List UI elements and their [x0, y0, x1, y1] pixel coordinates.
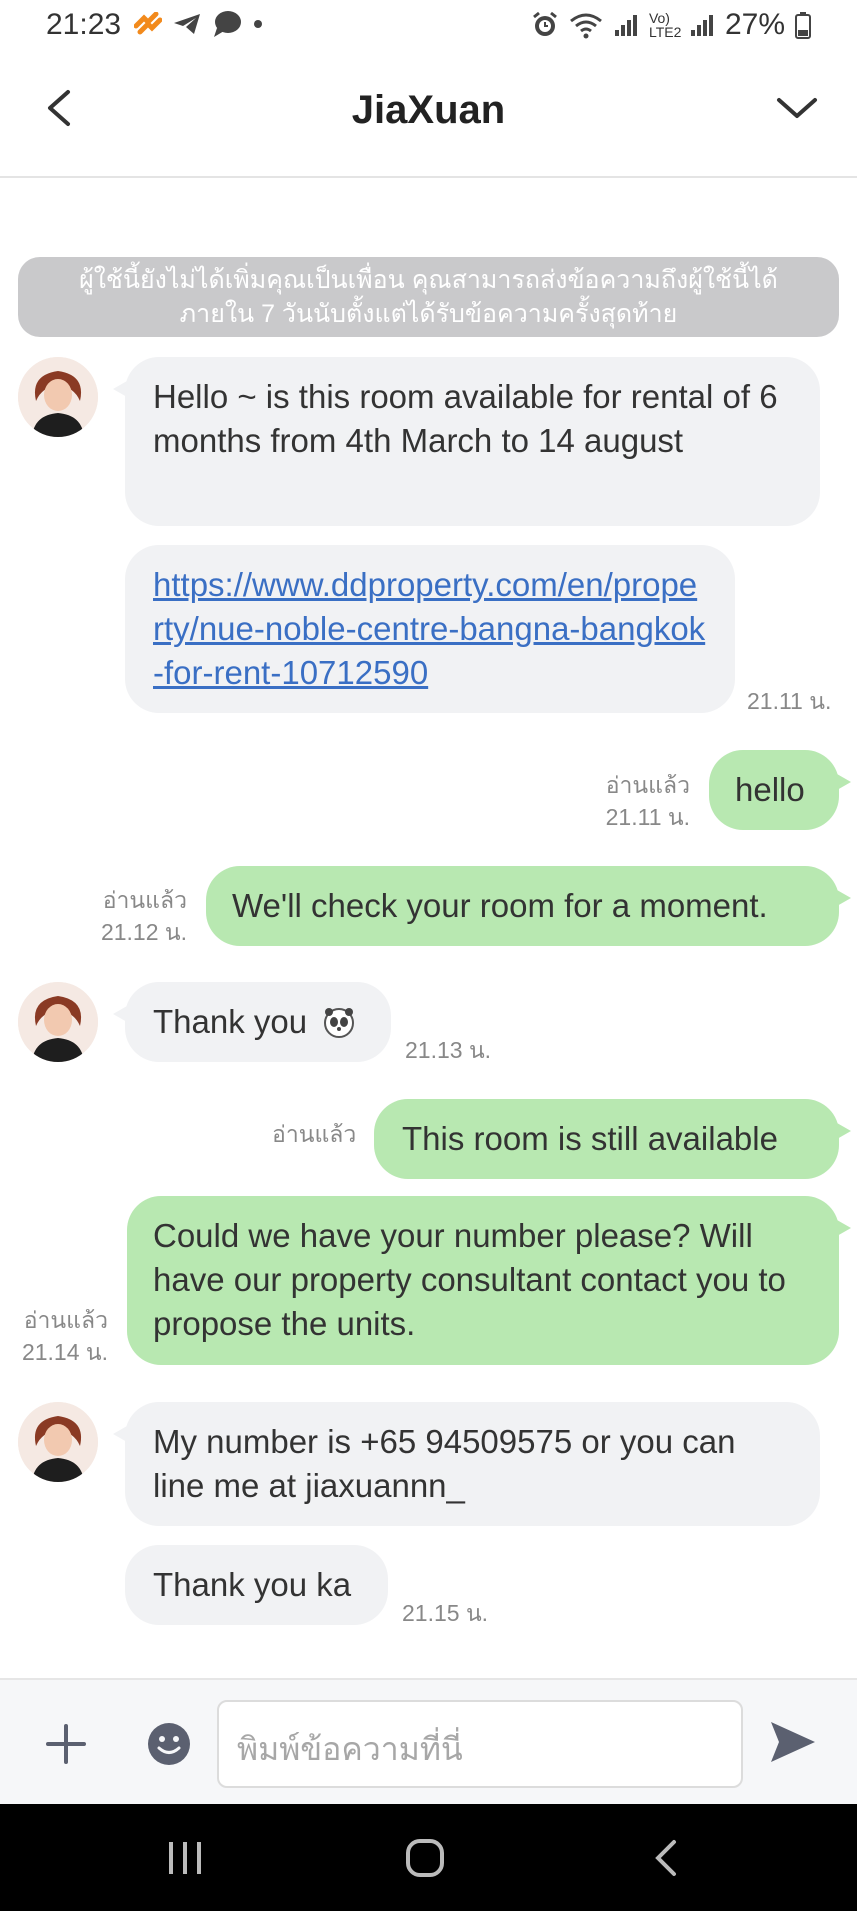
- panda-emoji-icon: [324, 1008, 355, 1038]
- chat-header: JiaXuan: [0, 52, 857, 178]
- message-bubble-outgoing[interactable]: Could we have your number please? Will h…: [127, 1196, 851, 1365]
- nav-back-icon[interactable]: [652, 1838, 682, 1878]
- message-bubble-incoming[interactable]: Thank you ka: [125, 1545, 388, 1625]
- message-input[interactable]: พิมพ์ข้อความที่นี่: [217, 1700, 743, 1788]
- status-right: Vo) LTE2 27%: [531, 8, 811, 42]
- alarm-icon: [533, 11, 557, 36]
- telegram-icon: [174, 14, 200, 34]
- signal-2-icon: [690, 15, 713, 36]
- battery-icon: [795, 12, 811, 39]
- message-bubble-outgoing[interactable]: This room is still available: [374, 1099, 851, 1179]
- message-text: We'll check your room for a moment.: [232, 887, 768, 924]
- wifi-icon: [570, 13, 602, 39]
- battery-percent: 27%: [724, 8, 785, 41]
- recent-apps-icon[interactable]: [165, 1840, 205, 1876]
- property-link[interactable]: https://www.ddproperty.com/en/property/n…: [153, 566, 705, 691]
- message-timestamp: 21.12 น.: [100, 919, 187, 945]
- message-timestamp: 21.13 น.: [405, 1037, 492, 1063]
- send-icon[interactable]: [769, 1720, 817, 1764]
- not-friend-notice: ผู้ใช้นี้ยังไม่ได้เพิ่มคุณเป็นเพื่อน คุณ…: [18, 257, 839, 337]
- signal-icon: [614, 15, 637, 36]
- chat-title: JiaXuan: [351, 88, 506, 132]
- dot-icon: [254, 20, 262, 28]
- message-text: Could we have your number please? Will h…: [153, 1217, 786, 1342]
- contact-avatar[interactable]: [18, 357, 98, 437]
- contact-avatar-image: [18, 1402, 98, 1482]
- message-text: hello: [735, 771, 805, 808]
- message-text: Thank you: [153, 1003, 308, 1040]
- read-receipt: อ่านแล้ว 21.14 น.: [10, 1304, 108, 1368]
- contact-avatar[interactable]: [18, 1402, 98, 1482]
- message-text: Hello ~ is this room available for renta…: [153, 378, 778, 459]
- network-label: Vo) LTE2: [648, 10, 682, 40]
- message-timestamp: 21.11 น.: [747, 688, 832, 714]
- read-receipt: อ่านแล้ว 21.11 น.: [560, 769, 690, 833]
- message-bubble-outgoing[interactable]: We'll check your room for a moment.: [206, 866, 851, 946]
- notice-line-2: ภายใน 7 วันนับตั้งแต่ได้รับข้อความครั้งส…: [179, 300, 678, 328]
- contact-avatar[interactable]: [18, 982, 98, 1062]
- message-composer: พิมพ์ข้อความที่นี่: [0, 1678, 857, 1804]
- chevron-down-icon[interactable]: [773, 88, 821, 128]
- message-bubble-incoming[interactable]: Hello ~ is this room available for renta…: [113, 357, 820, 526]
- read-label: อ่านแล้ว: [23, 1307, 108, 1333]
- message-bubble-incoming[interactable]: My number is +65 94509575 or you can lin…: [113, 1402, 820, 1526]
- message-timestamp: 21.14 น.: [21, 1339, 108, 1365]
- read-label: อ่านแล้ว: [102, 887, 187, 913]
- message-text: My number is +65 94509575 or you can lin…: [153, 1423, 736, 1504]
- notification-icons: [134, 10, 264, 38]
- message-text: Thank you ka: [153, 1566, 352, 1603]
- contact-avatar-image: [18, 982, 98, 1062]
- app-notification-icon: [134, 12, 162, 35]
- message-bubble-outgoing[interactable]: hello: [709, 750, 851, 830]
- contact-avatar-image: [18, 357, 98, 437]
- system-nav-bar: [0, 1804, 857, 1911]
- read-label: อ่านแล้ว: [272, 1121, 357, 1147]
- home-icon[interactable]: [405, 1838, 445, 1878]
- message-bubble-link[interactable]: https://www.ddproperty.com/en/property/n…: [125, 545, 735, 713]
- read-receipt: อ่านแล้ว 21.12 น.: [60, 884, 187, 948]
- message-timestamp: 21.11 น.: [605, 804, 690, 830]
- status-time: 21:23: [46, 8, 122, 41]
- plus-icon[interactable]: [44, 1722, 88, 1766]
- chat-bubble-icon: [214, 11, 241, 37]
- message-timestamp: 21.15 น.: [402, 1600, 489, 1626]
- read-label: อ่านแล้ว: [605, 772, 690, 798]
- message-text: This room is still available: [402, 1120, 778, 1157]
- notice-line-1: ผู้ใช้นี้ยังไม่ได้เพิ่มคุณเป็นเพื่อน คุณ…: [79, 266, 778, 294]
- message-bubble-incoming[interactable]: Thank you: [113, 982, 391, 1062]
- emoji-icon[interactable]: [146, 1721, 192, 1767]
- status-bar: 21:23 Vo) LTE2 27%: [0, 0, 857, 52]
